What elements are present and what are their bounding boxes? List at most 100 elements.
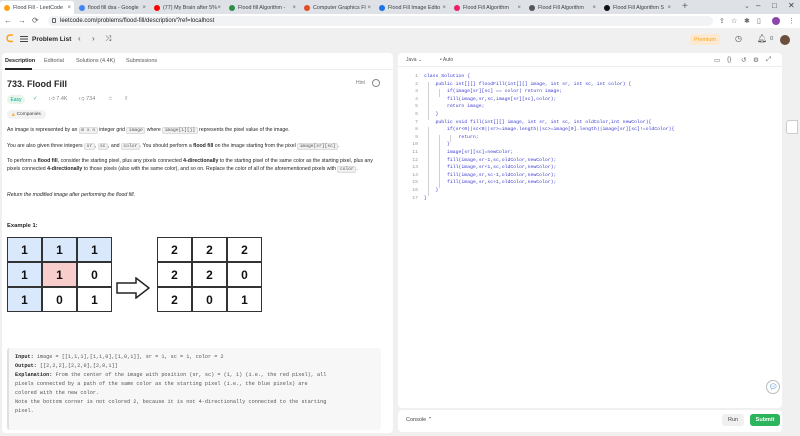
premium-button[interactable]: Premium <box>690 34 720 45</box>
tab-title: Computer Graphics Fl <box>313 4 366 11</box>
problem-list-link[interactable]: Problem List <box>32 36 71 43</box>
code-line[interactable]: return image; <box>424 104 484 109</box>
indent-guide <box>439 134 440 188</box>
like-button[interactable]: 👍︎ 7.4K <box>49 96 68 102</box>
code-line[interactable]: return; <box>424 135 479 140</box>
code-line[interactable]: public int[][] floodFill(int[][] image, … <box>424 82 632 87</box>
reset-icon[interactable]: ↺ <box>741 56 746 64</box>
lock-icon: • <box>440 57 442 63</box>
code-line[interactable]: } <box>424 188 439 193</box>
close-window-icon[interactable]: ✕ <box>788 1 795 10</box>
share-link-icon[interactable]: ⇧ <box>124 96 129 102</box>
lock-tag-icon: 🔒︎ <box>12 112 15 118</box>
code-line[interactable]: public void fill(int[][] image, int sr, … <box>424 120 652 125</box>
more-icon[interactable] <box>372 79 380 87</box>
line-number: 7 <box>415 119 418 125</box>
tab-close-icon[interactable]: × <box>667 5 671 11</box>
browser-tab[interactable]: Flood Fill Algorithm × <box>450 1 524 14</box>
tab-close-icon[interactable]: × <box>367 5 371 11</box>
code-line[interactable]: image[sr][sc]=newColor; <box>424 150 513 155</box>
chat-icon[interactable]: 💬︎ <box>766 380 780 394</box>
example-input: Input: image = [[1,1,1],[1,1,0],[1,0,1]]… <box>15 354 224 360</box>
tab-title: Flood Fill - LeetCode <box>13 4 64 11</box>
sidebar-icon[interactable]: ▯ <box>757 17 761 25</box>
tab-solutions[interactable]: Solutions (4.4K) <box>76 58 115 64</box>
tab-close-icon[interactable]: × <box>517 5 521 11</box>
leetcode-logo-icon[interactable]: ᑕ <box>6 34 13 45</box>
timer-icon[interactable]: ◷ <box>735 34 742 43</box>
submit-button[interactable]: Submit <box>750 414 780 426</box>
browser-profile-avatar[interactable] <box>772 17 780 25</box>
code-line[interactable]: } <box>424 112 439 117</box>
settings-gear-icon[interactable]: ⚙ <box>753 56 759 64</box>
next-problem-icon[interactable]: › <box>92 34 95 43</box>
code-line[interactable]: fill(image,sr+1,sc,oldColor,newColor); <box>424 165 556 170</box>
browser-tab[interactable]: (77) My Brain after 5% × <box>150 1 224 14</box>
extensions-icon[interactable]: ✱ <box>744 17 750 25</box>
browser-tab[interactable]: Computer Graphics Fl × <box>300 1 374 14</box>
browser-tab-strip: Flood Fill - LeetCode × flood fill dsa - G… <box>0 0 800 14</box>
list-icon[interactable] <box>20 35 28 43</box>
example-explanation: Explanation: From the center of the imag… <box>15 372 327 378</box>
thumbs-down-icon: 👎︎ <box>79 96 85 102</box>
prev-problem-icon[interactable]: ‹ <box>78 34 81 43</box>
omnibox[interactable]: leetcode.com/problems/flood-fill/descrip… <box>48 16 713 26</box>
browser-tab[interactable]: Flood Fill Image Edito × <box>375 1 449 14</box>
tab-description[interactable]: Description <box>5 58 35 64</box>
hint-button[interactable]: Hint <box>356 80 365 86</box>
notification-icon[interactable]: 🔔︎ <box>757 34 767 43</box>
reload-icon[interactable]: ⟳ <box>32 16 39 25</box>
new-tab-button[interactable]: + <box>682 1 688 12</box>
tab-editorial[interactable]: Editorial <box>44 58 64 64</box>
code-line[interactable]: class Solution { <box>424 74 470 79</box>
code-line[interactable]: fill(image,sr,sc-1,oldColor,newColor); <box>424 173 556 178</box>
code-line[interactable]: if(sr<0||sc<0||sr>=image.length||sc>=ima… <box>424 127 674 132</box>
code-line[interactable]: fill(image,sr,sc,image[sr][sc],color); <box>424 97 556 102</box>
browser-tab[interactable]: Flood Fill Algorithm S × <box>600 1 674 14</box>
grid-cell: 0 <box>192 287 227 312</box>
dislike-button[interactable]: 👎︎ 734 <box>79 96 95 102</box>
grid-cell: 1 <box>42 237 77 262</box>
browser-tab[interactable]: Flood fill Algorithm - × <box>225 1 299 14</box>
code-line[interactable]: if(image[sr][sc] == color) return image; <box>424 89 562 94</box>
line-number: 10 <box>412 142 418 148</box>
bookmark-icon[interactable]: ▭ <box>714 56 720 64</box>
user-avatar[interactable] <box>780 35 790 45</box>
language-select[interactable]: Java ⌄ <box>406 57 422 63</box>
lock-icon <box>52 18 56 23</box>
chevron-up-icon: ⌃ <box>427 417 433 423</box>
browser-tab[interactable]: Flood Fill - LeetCode × <box>0 1 74 14</box>
shuffle-icon[interactable]: ⤨ <box>105 34 111 44</box>
share-icon[interactable]: ⇪ <box>719 17 725 25</box>
tab-close-icon[interactable]: × <box>67 5 71 11</box>
forward-icon[interactable]: → <box>18 16 26 25</box>
back-icon[interactable]: ← <box>4 16 12 25</box>
auto-toggle[interactable]: • Auto <box>440 57 453 63</box>
code-line[interactable]: fill(image,sr-1,sc,oldColor,newColor); <box>424 158 556 163</box>
line-number: 17 <box>412 195 418 201</box>
console-bar: Console ⌃ Run Submit <box>398 410 782 432</box>
tab-close-icon[interactable]: × <box>592 5 596 11</box>
tab-close-icon[interactable]: × <box>217 5 221 11</box>
minimize-icon[interactable]: – <box>756 1 760 10</box>
browser-tab[interactable]: flood fill dsa - Google × <box>75 1 149 14</box>
browser-menu-icon[interactable]: ⋮ <box>788 17 795 25</box>
tab-close-icon[interactable]: × <box>142 5 146 11</box>
maximize-icon[interactable]: □ <box>772 1 777 10</box>
run-button[interactable]: Run <box>722 414 744 426</box>
feedback-tab[interactable] <box>786 120 798 134</box>
console-toggle[interactable]: Console ⌃ <box>406 417 432 423</box>
tab-close-icon[interactable]: × <box>442 5 446 11</box>
tab-submissions[interactable]: Submissions <box>126 58 157 64</box>
bookmark-star-icon[interactable]: ☆ <box>731 17 737 25</box>
braces-icon[interactable]: {} <box>727 56 731 63</box>
code-line[interactable]: } <box>424 196 427 201</box>
tab-search-icon[interactable]: ⌄ <box>744 2 750 10</box>
companies-tag[interactable]: 🔒︎ Companies <box>7 110 46 119</box>
browser-tab[interactable]: Flood Fill Algorithm × <box>525 1 599 14</box>
example-output: Output: [[2,2,2],[2,2,0],[2,0,1]] <box>15 363 118 369</box>
favorite-star-icon[interactable]: ☆ <box>108 96 113 102</box>
code-line[interactable]: fill(image,sr,sc+1,oldColor,newColor); <box>424 180 556 185</box>
fullscreen-icon[interactable]: ⤢ <box>766 56 771 64</box>
tab-close-icon[interactable]: × <box>292 5 296 11</box>
